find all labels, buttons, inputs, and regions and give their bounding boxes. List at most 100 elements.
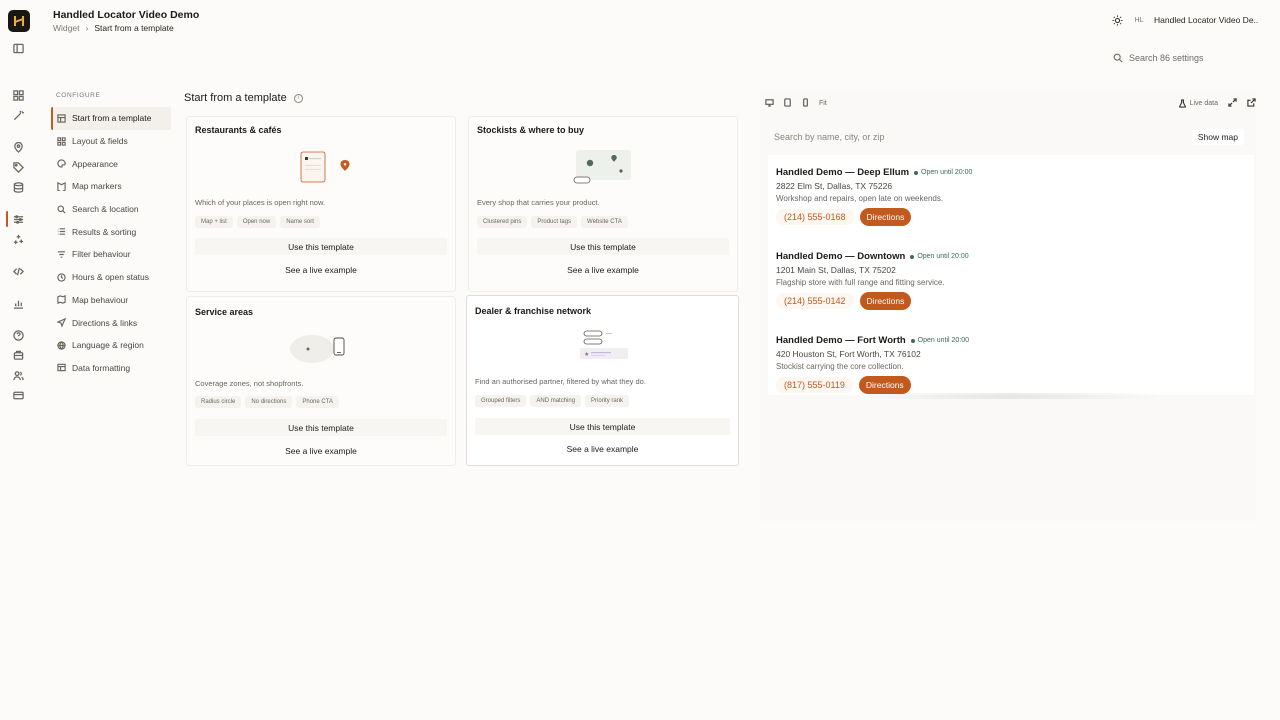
avatar[interactable]: HL: [1132, 13, 1146, 27]
palette-icon: [56, 159, 66, 169]
nav-item-label: Results & sorting: [72, 226, 137, 237]
phone-link[interactable]: (214) 555-0142: [776, 293, 854, 309]
sparkles-icon[interactable]: [12, 233, 24, 245]
nav-item-label: Search & location: [72, 204, 139, 215]
external-link-icon[interactable]: [1247, 98, 1256, 109]
open-status-text: Open until 20:00: [921, 169, 973, 176]
breadcrumb-current: Start from a template: [94, 23, 174, 33]
location-card[interactable]: Handled Demo — Fort Worth Open until 20:…: [776, 335, 969, 394]
desktop-icon[interactable]: [765, 98, 774, 109]
location-card[interactable]: Handled Demo — Downtown Open until 20:00…: [776, 251, 969, 310]
account-name[interactable]: Handled Locator Video De...: [1154, 15, 1258, 25]
use-template-button[interactable]: Use this template: [195, 238, 447, 255]
theme-toggle-icon[interactable]: [1110, 13, 1124, 27]
template-card-service-areas[interactable]: Service areas Coverage zones, not shopfr…: [186, 296, 456, 466]
location-name-row: Handled Demo — Downtown Open until 20:00: [776, 251, 969, 262]
nav-item-search-location[interactable]: Search & location: [51, 198, 171, 221]
template-chips: Grouped filters AND matching Priority ra…: [475, 395, 630, 407]
sidebar-toggle-icon[interactable]: [12, 42, 24, 54]
nav-item-label: Map behaviour: [72, 294, 129, 305]
preview-device-toolbar: Fit: [765, 98, 827, 109]
nav-item-label: Appearance: [72, 158, 118, 169]
use-template-button[interactable]: Use this template: [477, 238, 729, 255]
live-example-link[interactable]: See a live example: [195, 265, 447, 275]
users-icon[interactable]: [12, 369, 24, 381]
location-results-list: Handled Demo — Deep Ellum Open until 20:…: [768, 155, 1254, 395]
database-icon[interactable]: [12, 181, 24, 193]
template-card-stockists[interactable]: Stockists & where to buy Every shop that…: [468, 116, 738, 292]
live-data-toggle[interactable]: Live data: [1178, 99, 1218, 108]
code-icon[interactable]: [12, 265, 24, 277]
location-note: Stockist carrying the core collection.: [776, 362, 904, 371]
nav-item-layout-fields[interactable]: Layout & fields: [51, 130, 171, 153]
location-search-input[interactable]: Search by name, city, or zip: [774, 132, 884, 142]
use-template-button[interactable]: Use this template: [475, 418, 730, 435]
chip: Grouped filters: [475, 395, 527, 407]
nav-item-start-from-template[interactable]: Start from a template: [51, 107, 171, 130]
template-card-dealer-franchise[interactable]: Dealer & franchise network ★ Find an aut…: [466, 295, 739, 466]
directions-button[interactable]: Directions: [858, 376, 911, 394]
nav-item-directions-links[interactable]: Directions & links: [51, 311, 171, 334]
info-icon[interactable]: i: [293, 93, 303, 103]
location-address: 2822 Elm St, Dallas, TX 75226: [776, 181, 893, 191]
chip: Map + list: [195, 216, 233, 228]
mobile-icon[interactable]: [801, 98, 810, 109]
directions-button[interactable]: Directions: [859, 292, 912, 310]
search-settings[interactable]: Search 86 settings: [1113, 53, 1204, 63]
nav-item-map-behaviour[interactable]: Map behaviour: [51, 289, 171, 312]
nav-item-label: Map markers: [72, 181, 122, 192]
nav-item-results-sorting[interactable]: Results & sorting: [51, 220, 171, 243]
chip: No directions: [245, 396, 293, 408]
search-settings-label: Search 86 settings: [1129, 53, 1204, 63]
breadcrumb-widget[interactable]: Widget: [53, 23, 79, 33]
nav-item-hours-open-status[interactable]: Hours & open status: [51, 266, 171, 289]
location-pin-icon[interactable]: [12, 141, 24, 153]
app-title: Handled Locator Video Demo: [53, 9, 200, 21]
app-logo[interactable]: [8, 10, 30, 32]
support-icon[interactable]: [12, 349, 24, 361]
chip: AND matching: [530, 395, 582, 407]
location-card[interactable]: Handled Demo — Deep Ellum Open until 20:…: [776, 167, 972, 226]
expand-icon[interactable]: [1228, 98, 1237, 109]
phone-link[interactable]: (214) 555-0168: [776, 209, 854, 225]
nav-item-map-markers[interactable]: Map markers: [51, 175, 171, 198]
directions-button[interactable]: Directions: [859, 208, 912, 226]
template-description: Which of your places is open right now.: [195, 198, 326, 207]
location-name: Handled Demo — Deep Ellum: [776, 167, 910, 178]
use-template-button[interactable]: Use this template: [195, 419, 447, 436]
chip: Open now: [236, 216, 277, 228]
live-example-link[interactable]: See a live example: [475, 444, 730, 454]
nav-item-appearance[interactable]: Appearance: [51, 152, 171, 175]
show-map-button[interactable]: Show map: [1191, 129, 1244, 145]
list-scroll-shadow: [860, 393, 1160, 399]
tablet-icon[interactable]: [783, 98, 792, 109]
service-area-template-illustration-icon: [290, 335, 345, 363]
status-dot-icon: [910, 338, 915, 343]
live-example-link[interactable]: See a live example: [477, 265, 729, 275]
dashboard-icon[interactable]: [12, 89, 24, 101]
billing-icon[interactable]: [12, 389, 24, 401]
fit-toggle[interactable]: Fit: [819, 100, 827, 107]
page-title: Start from a template i: [184, 92, 303, 104]
navigate-icon: [56, 318, 66, 328]
nav-item-label: Language & region: [72, 340, 144, 351]
help-icon[interactable]: [12, 329, 24, 341]
chip: Priority rank: [585, 395, 630, 407]
template-description: Every shop that carries your product.: [477, 198, 600, 207]
tag-icon[interactable]: [12, 161, 24, 173]
live-example-link[interactable]: See a live example: [195, 446, 447, 456]
magic-wand-icon[interactable]: [12, 109, 24, 121]
nav-item-filter-behaviour[interactable]: Filter behaviour: [51, 243, 171, 266]
nav-item-data-formatting[interactable]: Data formatting: [51, 357, 171, 380]
sliders-icon[interactable]: [12, 213, 24, 225]
marker-icon: [56, 181, 66, 191]
analytics-icon[interactable]: [12, 297, 24, 309]
open-status-badge: Open until 20:00: [914, 169, 972, 176]
open-status-text: Open until 20:00: [917, 253, 969, 260]
rail-active-indicator: [6, 211, 8, 227]
dealer-template-illustration-icon: ★: [579, 330, 628, 359]
phone-link[interactable]: (817) 555-0119: [776, 377, 853, 393]
nav-item-language-region[interactable]: Language & region: [51, 334, 171, 357]
search-icon: [1113, 53, 1123, 63]
template-card-restaurants[interactable]: Restaurants & cafés Which of your places…: [186, 116, 456, 292]
